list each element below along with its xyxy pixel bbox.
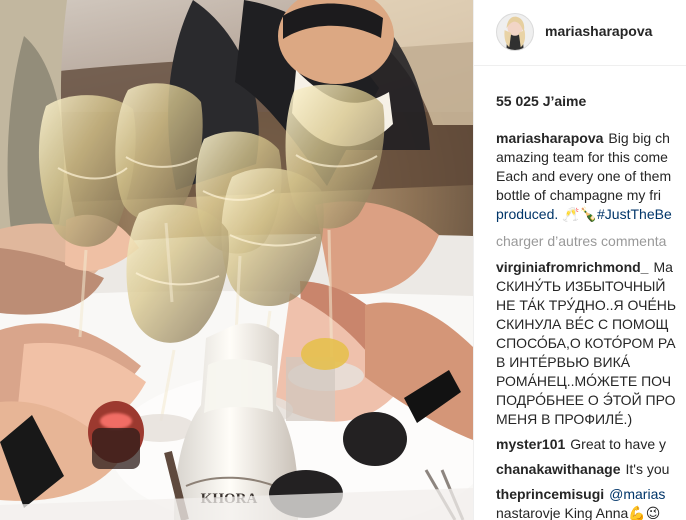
comment-author-chanaka[interactable]: chanakawithanage: [496, 461, 621, 477]
comment-theprincemisugi-text: nastarovje King Anna💪😉: [496, 505, 661, 520]
instagram-post-page: KHORA: [0, 0, 686, 520]
champagne-toast-photo: KHORA: [0, 0, 473, 520]
profile-picture-icon: [497, 14, 533, 50]
comment-virginia-line-1: Ma: [653, 259, 673, 275]
caption-line-3: Each and every one of them: [496, 168, 672, 184]
comment-theprincemisugi: theprincemisugi @marias nastarovje King A…: [496, 485, 686, 520]
post-photo[interactable]: KHORA: [0, 0, 473, 520]
comment-virginia-line-4: СКИНУЛА ВЕ́С С ПОМОЩ: [496, 316, 669, 332]
comment-chanaka: chanakawithanage It's you: [496, 460, 686, 479]
comment-mention[interactable]: @marias: [609, 486, 665, 502]
likes-count[interactable]: 55 025 J’aime: [496, 93, 586, 109]
comment-author-myster101[interactable]: myster101: [496, 436, 565, 452]
comment-myster101-text: Great to have y: [570, 436, 666, 452]
comment-russian: virginiafromrichmond_ Ma СКИНУ́ТЬ ИЗБЫТОЧ…: [496, 258, 686, 429]
comments-list: mariasharapova Big big ch amazing team fo…: [496, 129, 686, 520]
comment-virginia-line-6: В ИНТЕ́РВЬЮ ВИКА́: [496, 354, 631, 370]
load-more-comments-link[interactable]: charger d’autres commenta: [496, 232, 686, 251]
comment-virginia-line-9: МЕНЯ В ПРОФИЛЕ́.): [496, 411, 633, 427]
comment-virginia-line-7: РОМА́НЕЦ..МО́ЖЕТЕ ПОЧ: [496, 373, 672, 389]
caption-author[interactable]: mariasharapova: [496, 130, 603, 146]
comment-virginia-line-2: СКИНУ́ТЬ ИЗБЫТОЧНЫЙ: [496, 278, 666, 294]
caption-line-4: bottle of champagne my fri: [496, 187, 661, 203]
comment-author-theprincemisugi[interactable]: theprincemisugi: [496, 486, 604, 502]
caption-line-2: amazing team for this come: [496, 149, 668, 165]
caption: mariasharapova Big big ch amazing team fo…: [496, 129, 686, 224]
post-details-panel: mariasharapova 55 025 J’aime mariasharap…: [474, 0, 686, 520]
comment-author-virginia[interactable]: virginiafromrichmond_: [496, 259, 648, 275]
caption-line-5[interactable]: produced. 🥂🍾#JustTheBe: [496, 205, 686, 224]
comment-chanaka-text: It's you: [625, 461, 670, 477]
comment-myster101: myster101 Great to have y: [496, 435, 686, 454]
post-header: mariasharapova: [474, 0, 686, 66]
comment-virginia-line-3: НЕ ТА́К ТРУ́ДНО..Я ОЧЕ́НЬ: [496, 297, 677, 313]
caption-line-1: Big big ch: [608, 130, 670, 146]
author-avatar[interactable]: [496, 13, 534, 51]
author-username[interactable]: mariasharapova: [545, 23, 652, 39]
comment-virginia-line-5: СПОСО́БА,О КОТО́РОМ РА: [496, 335, 676, 351]
comment-virginia-line-8: ПОДРО́БНЕЕ О Э́ТОЙ ПРО: [496, 392, 676, 408]
